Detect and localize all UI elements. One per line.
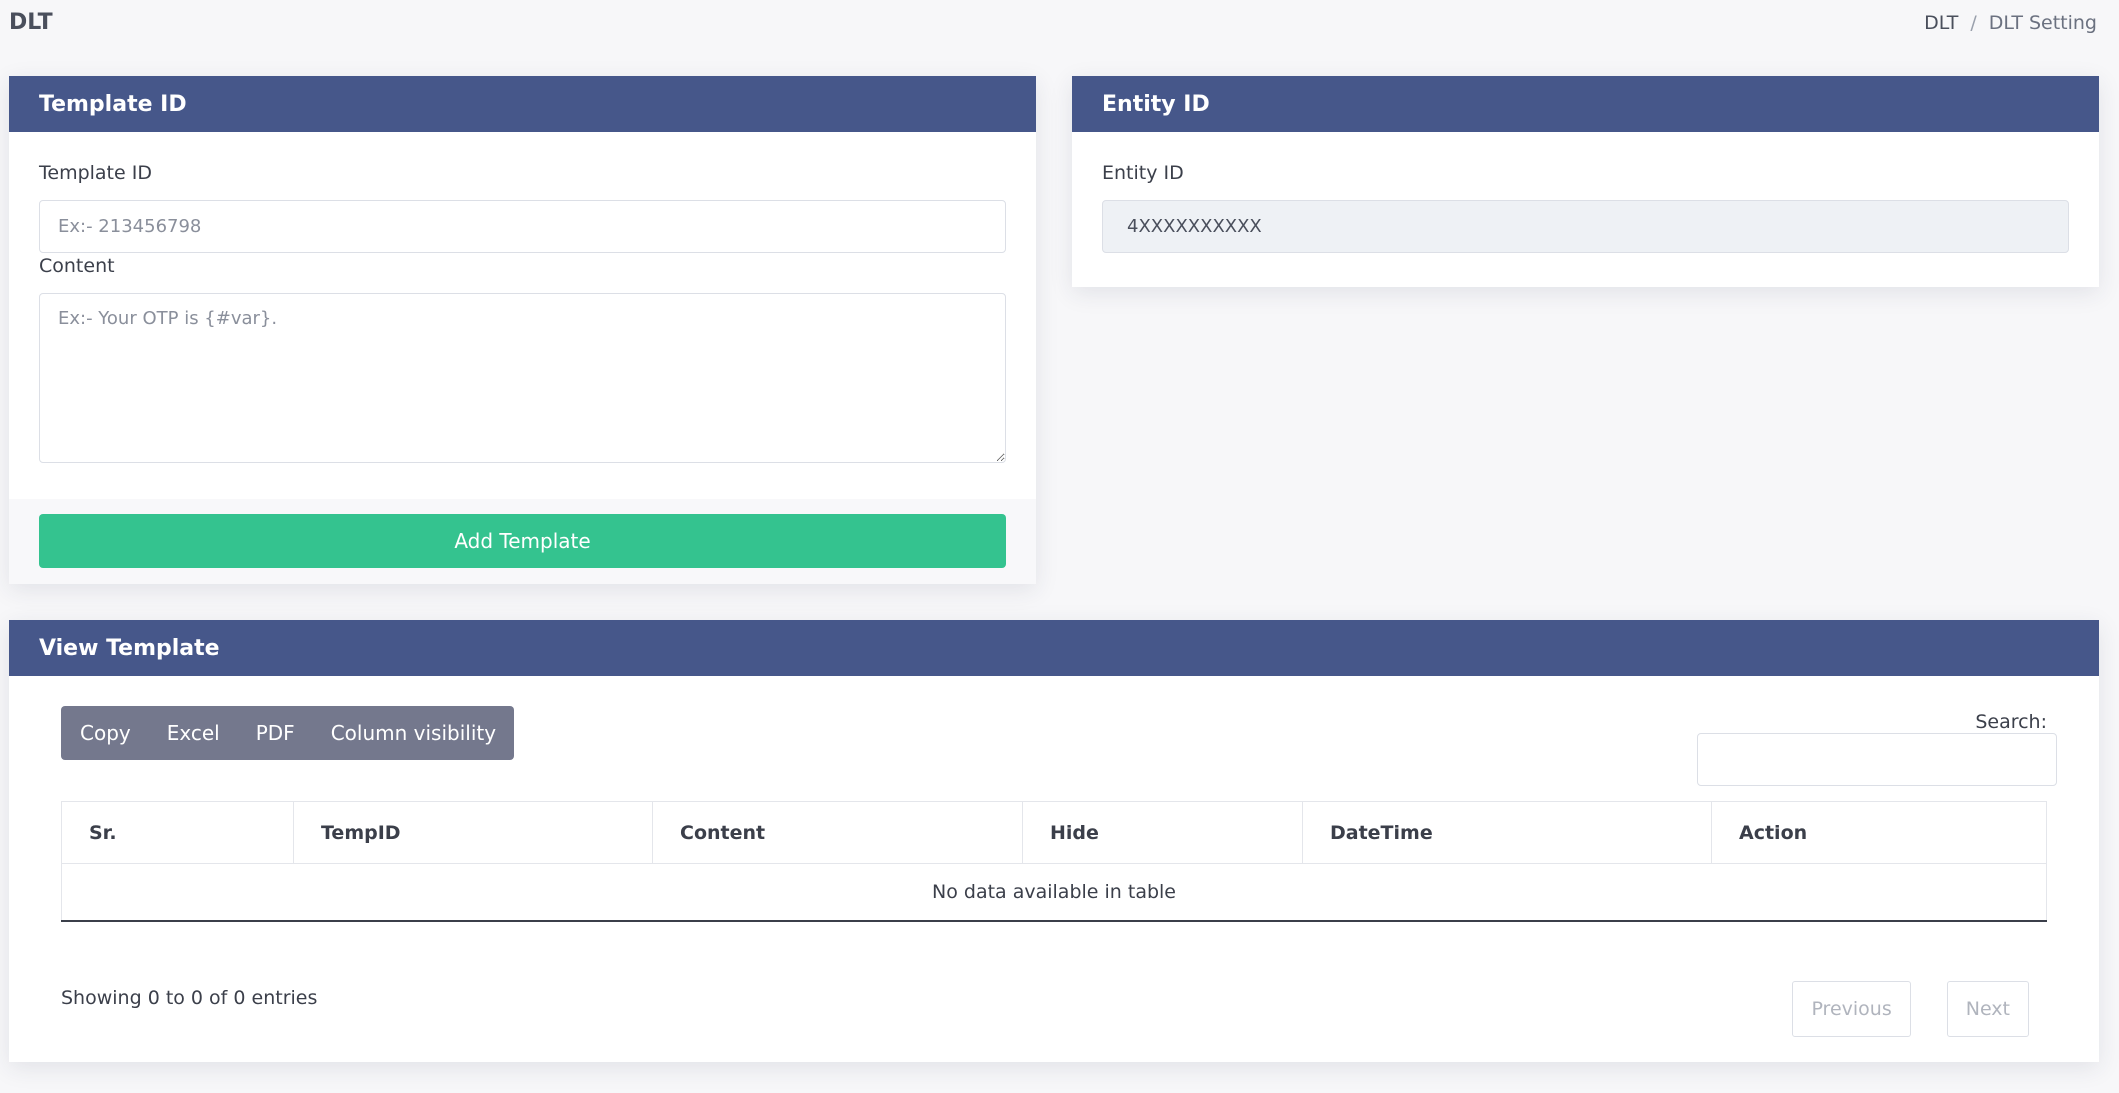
breadcrumb: DLT / DLT Setting [1924, 12, 2097, 34]
templates-table: Sr. TempID Content Hide DateTime Action … [61, 801, 2047, 922]
entity-id-label: Entity ID [1102, 162, 1184, 184]
table-row: No data available in table [61, 863, 2047, 922]
view-template-body: Copy Excel PDF Column visibility Search:… [9, 676, 2099, 1062]
content-label: Content [39, 255, 115, 277]
table-info: Showing 0 to 0 of 0 entries [61, 987, 318, 1009]
column-visibility-button[interactable]: Column visibility [313, 706, 514, 760]
template-card-footer: Add Template [9, 499, 1036, 584]
next-page-button[interactable]: Next [1946, 981, 2029, 1037]
column-header-action[interactable]: Action [1711, 801, 2047, 864]
column-header-datetime[interactable]: DateTime [1302, 801, 1712, 864]
table-header-row: Sr. TempID Content Hide DateTime Action [61, 801, 2047, 864]
template-card-body: Template ID Content [9, 132, 1036, 467]
page-title: DLT [9, 10, 53, 35]
previous-page-button[interactable]: Previous [1792, 981, 1911, 1037]
entity-card-header: Entity ID [1072, 76, 2099, 132]
breadcrumb-item-dlt[interactable]: DLT [1924, 12, 1958, 34]
template-id-label: Template ID [39, 162, 152, 184]
pagination: Previous Next [1792, 981, 2029, 1037]
entity-card: Entity ID Entity ID 4XXXXXXXXXX [1072, 76, 2099, 287]
view-template-header: View Template [9, 620, 2099, 676]
column-header-tempid[interactable]: TempID [293, 801, 653, 864]
view-template-card: View Template Copy Excel PDF Column visi… [9, 620, 2099, 1062]
content-textarea[interactable] [39, 293, 1006, 463]
breadcrumb-separator: / [1970, 12, 1977, 34]
template-id-input[interactable] [39, 200, 1006, 253]
copy-button[interactable]: Copy [61, 706, 149, 760]
template-card: Template ID Template ID Content Add Temp… [9, 76, 1036, 584]
entity-id-field: 4XXXXXXXXXX [1102, 200, 2069, 253]
column-header-hide[interactable]: Hide [1022, 801, 1303, 864]
search-input[interactable] [1697, 733, 2057, 786]
search-label: Search: [1975, 711, 2047, 733]
column-header-content[interactable]: Content [652, 801, 1023, 864]
export-button-group: Copy Excel PDF Column visibility [61, 706, 515, 760]
column-header-sr[interactable]: Sr. [61, 801, 294, 864]
excel-button[interactable]: Excel [149, 706, 238, 760]
entity-card-body: Entity ID 4XXXXXXXXXX [1072, 132, 2099, 253]
breadcrumb-item-current: DLT Setting [1988, 12, 2097, 34]
add-template-button[interactable]: Add Template [39, 514, 1006, 568]
empty-table-message: No data available in table [61, 863, 2047, 922]
template-card-header: Template ID [9, 76, 1036, 132]
pdf-button[interactable]: PDF [238, 706, 313, 760]
